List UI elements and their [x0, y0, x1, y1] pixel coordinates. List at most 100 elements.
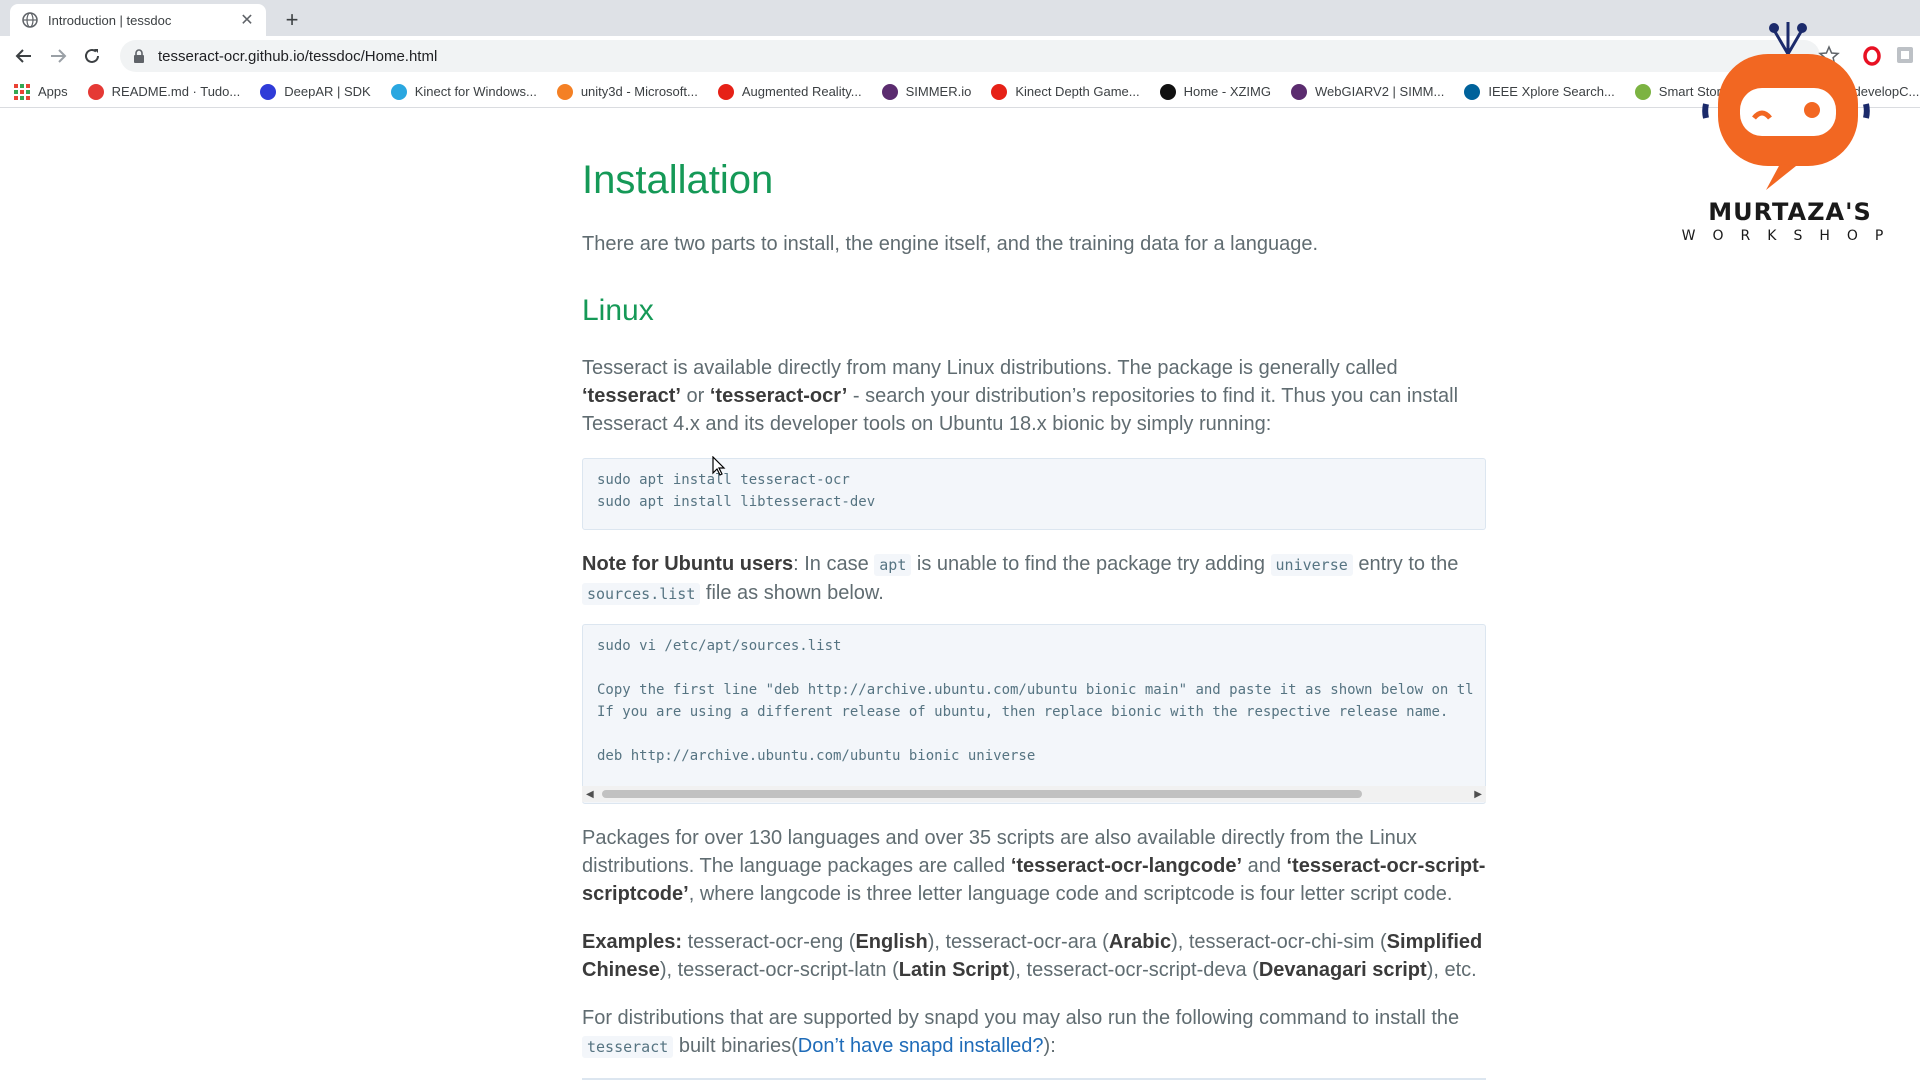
ex-text-4: ), tesseract-ocr-script-latn (	[659, 959, 899, 981]
robot-logo-icon	[1702, 22, 1870, 190]
scrollbar-thumb[interactable]	[602, 790, 1362, 798]
simmer-icon	[881, 83, 898, 100]
bookmark-item[interactable]: Kinect Depth Game...	[991, 83, 1140, 100]
ex-text-6: ), etc.	[1426, 959, 1477, 981]
bookmark-label: IEEE Xplore Search...	[1488, 84, 1615, 99]
packages-paragraph: Packages for over 130 languages and over…	[582, 824, 1486, 908]
bold-tesseract: ‘tesseract’	[582, 385, 681, 407]
inline-code-sources-list: sources.list	[582, 583, 701, 605]
examples-paragraph: Examples: tesseract-ocr-eng (English), t…	[582, 928, 1486, 984]
ubuntu-note: Note for Ubuntu users: In case apt is un…	[582, 550, 1486, 608]
snap-paragraph: For distributions that are supported by …	[582, 1004, 1486, 1061]
v-icon	[390, 83, 407, 100]
back-button[interactable]	[12, 44, 36, 68]
arrow-right-icon	[51, 49, 67, 63]
bookmark-item[interactable]: README.md · Tudo...	[87, 83, 241, 100]
note-text-1: : In case	[793, 553, 875, 575]
bookmark-label: WebGIARV2 | SIMM...	[1315, 84, 1445, 99]
bookmark-label: Home - XZIMG	[1183, 84, 1271, 99]
bookmarks-bar: Apps README.md · Tudo... DeepAR | SDK Kinec…	[0, 76, 1920, 108]
bookmark-label: Kinect for Windows...	[414, 84, 537, 99]
bookmark-item[interactable]: Kinect for Windows...	[390, 83, 537, 100]
bold-langcode: ‘tesseract-ocr-langcode’	[1010, 855, 1243, 877]
new-tab-button[interactable]: +	[280, 7, 304, 32]
bookmark-item[interactable]: DeepAR | SDK	[260, 83, 371, 100]
bookmark-item[interactable]: Home - XZIMG	[1159, 83, 1271, 100]
snap-text-2: built binaries(	[673, 1035, 798, 1057]
mouse-cursor-icon	[712, 456, 726, 476]
close-icon[interactable]: ✕	[238, 11, 256, 29]
forward-button[interactable]	[46, 44, 70, 68]
bookmark-label: unity3d - Microsoft...	[580, 84, 698, 99]
linux-paragraph: Tesseract is available directly from man…	[582, 354, 1486, 438]
inline-code-universe: universe	[1270, 554, 1353, 576]
bookmark-item[interactable]: Apps	[14, 83, 68, 100]
xzimg-icon	[1159, 83, 1176, 100]
reload-button[interactable]	[80, 44, 104, 68]
simmer-icon	[1291, 83, 1307, 100]
ex-latin: Latin Script	[898, 959, 1009, 981]
murtazas-workshop-logo: MURTAZA'S WORKSHOP	[1670, 18, 1910, 248]
bookmark-label: README.md · Tudo...	[111, 84, 241, 99]
snap-text-3: ):	[1043, 1035, 1056, 1057]
intro-paragraph: There are two parts to install, the engi…	[582, 233, 1319, 255]
youtube-icon	[717, 83, 734, 100]
bold-tesseract-ocr: ‘tesseract-ocr’	[709, 385, 848, 407]
code-horizontal-scrollbar[interactable]: ◀ ▶	[582, 786, 1486, 802]
bookmark-item[interactable]: SIMMER.io	[881, 83, 972, 100]
reload-icon	[85, 48, 99, 63]
note-text-2: is unable to find the package try adding	[911, 553, 1271, 575]
bookmark-label: Augmented Reality...	[741, 84, 862, 99]
bookmark-label: Apps	[38, 84, 68, 99]
scroll-left-icon[interactable]: ◀	[586, 789, 594, 800]
lock-icon	[134, 49, 144, 63]
scroll-right-icon[interactable]: ▶	[1474, 789, 1482, 800]
browser-tab[interactable]: Introduction | tessdoc ✕	[10, 4, 266, 36]
snap-text-1: For distributions that are supported by …	[582, 1007, 1460, 1029]
stack-icon	[556, 83, 573, 100]
bookmark-item[interactable]: IEEE Xplore Search...	[1464, 83, 1615, 100]
ex-text-1: tesseract-ocr-eng (	[682, 931, 856, 953]
youtube-icon	[991, 83, 1008, 100]
smart-icon	[1634, 83, 1651, 100]
sources-list-code[interactable]: sudo vi /etc/apt/sources.list Copy the f…	[582, 624, 1486, 804]
bookmark-label: Kinect Depth Game...	[1015, 84, 1140, 99]
bookmark-item[interactable]: WebGIARV2 | SIMM...	[1291, 83, 1445, 100]
bookmark-label: DeepAR | SDK	[284, 84, 371, 99]
browser-toolbar: tesseract-ocr.github.io/tessdoc/Home.htm…	[0, 36, 1920, 76]
ar-icon	[260, 83, 277, 100]
note-label: Note for Ubuntu users	[582, 553, 794, 575]
linux-heading: Linux	[582, 294, 654, 327]
examples-label: Examples:	[582, 931, 683, 953]
ex-text-2: ), tesseract-ocr-ara (	[927, 931, 1109, 953]
url-text: tesseract-ocr.github.io/tessdoc/Home.htm…	[158, 47, 438, 65]
bookmark-item[interactable]: unity3d - Microsoft...	[556, 83, 698, 100]
address-bar[interactable]: tesseract-ocr.github.io/tessdoc/Home.htm…	[120, 40, 1820, 72]
globe-icon	[22, 12, 38, 28]
ex-text-5: ), tesseract-ocr-script-deva (	[1008, 959, 1259, 981]
g-icon	[87, 83, 104, 100]
ieee-icon	[1464, 83, 1481, 100]
ex-english: English	[855, 931, 928, 953]
pkg-text-and: and	[1242, 855, 1287, 877]
inline-code-apt: apt	[874, 554, 912, 576]
ex-arabic: Arabic	[1108, 931, 1172, 953]
tab-title: Introduction | tessdoc	[48, 12, 172, 28]
apps-grid-icon	[14, 83, 30, 100]
tab-strip: Introduction | tessdoc ✕ +	[0, 0, 1920, 36]
arrow-left-icon	[15, 49, 31, 63]
snapd-install-link[interactable]: Don’t have snapd installed?	[798, 1035, 1044, 1057]
bookmark-label: SIMMER.io	[905, 84, 972, 99]
inline-code-tesseract: tesseract	[582, 1036, 674, 1058]
page-title: Installation	[582, 158, 774, 202]
linux-text-or: or	[680, 385, 710, 407]
logo-sub-text: WORKSHOP	[1681, 228, 1901, 244]
ex-text-3: ), tesseract-ocr-chi-sim (	[1171, 931, 1387, 953]
doc-content: Installation There are two parts to inst…	[582, 108, 1486, 1080]
note-text-4: file as shown below.	[700, 582, 884, 604]
pkg-text-2: , where langcode is three letter languag…	[688, 883, 1453, 905]
ex-devanagari: Devanagari script	[1258, 959, 1427, 981]
logo-brand-text: MURTAZA'S	[1708, 198, 1872, 226]
bookmark-item[interactable]: Augmented Reality...	[717, 83, 862, 100]
note-text-3: entry to the	[1352, 553, 1459, 575]
